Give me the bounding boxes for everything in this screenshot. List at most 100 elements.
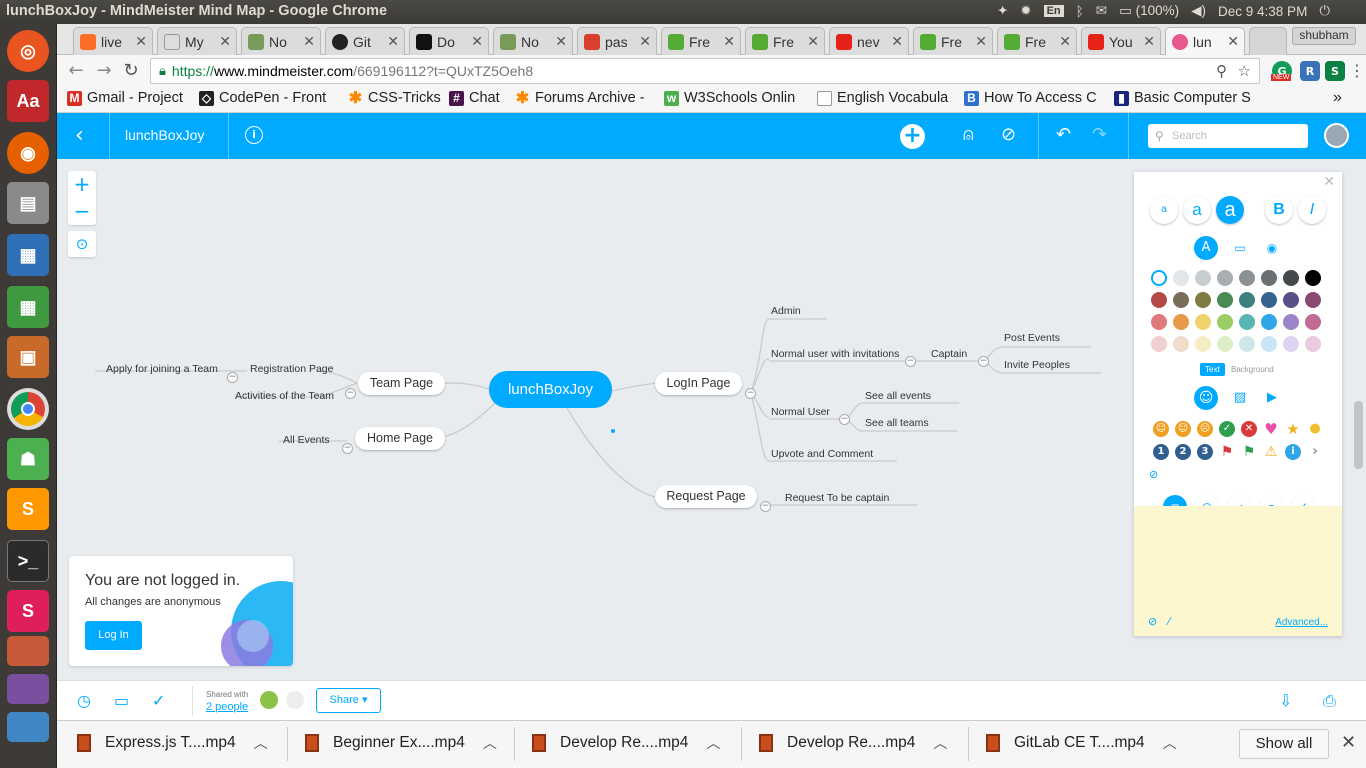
- dictionary-icon[interactable]: Aa: [7, 80, 49, 122]
- heart-emoji-icon[interactable]: ♥: [1263, 421, 1279, 437]
- neutral-emoji-icon[interactable]: ☺: [1175, 421, 1191, 437]
- color-swatch[interactable]: [1195, 292, 1211, 308]
- collapse-icon[interactable]: −: [227, 372, 238, 383]
- italic-button[interactable]: I: [1298, 196, 1326, 224]
- show-all-button[interactable]: Show all: [1239, 729, 1329, 759]
- zoom-icon[interactable]: ⚲: [1216, 62, 1227, 80]
- color-swatch[interactable]: [1239, 270, 1255, 286]
- download-cloud-icon[interactable]: ⇩: [1279, 691, 1292, 710]
- collapse-icon[interactable]: −: [905, 356, 916, 367]
- info-emoji-icon[interactable]: i: [1285, 444, 1301, 460]
- red-flag-icon[interactable]: ⚑: [1219, 444, 1235, 460]
- bookmark-star-icon[interactable]: ☆: [1238, 62, 1251, 80]
- leaf-registration[interactable]: Registration Page: [250, 363, 333, 375]
- tab-12[interactable]: You ✕: [1081, 27, 1161, 55]
- profile-button[interactable]: shubham: [1292, 27, 1356, 45]
- app-icon[interactable]: [7, 636, 49, 666]
- root-node[interactable]: lunchBoxJoy: [489, 371, 612, 408]
- color-swatch[interactable]: [1261, 270, 1277, 286]
- add-topic-button[interactable]: +: [900, 124, 925, 149]
- color-swatch[interactable]: [1305, 314, 1321, 330]
- collaborator-avatar-2[interactable]: [286, 691, 304, 709]
- close-icon[interactable]: ✕: [555, 33, 567, 50]
- leaf-see-events[interactable]: See all events: [865, 390, 931, 402]
- close-icon[interactable]: ✕: [1323, 174, 1335, 190]
- color-swatch[interactable]: [1173, 336, 1189, 352]
- leaf-request-captain[interactable]: Request To be captain: [785, 492, 889, 504]
- tab-7[interactable]: Fre ✕: [661, 27, 741, 55]
- close-icon[interactable]: ✕: [1227, 33, 1239, 50]
- bookmark-item[interactable]: # Chat: [449, 90, 509, 106]
- color-swatch[interactable]: [1283, 314, 1299, 330]
- download-item[interactable]: Express.js T....mp4 ︿: [77, 733, 268, 753]
- leaf-apply[interactable]: Apply for joining a Team: [106, 363, 218, 375]
- color-swatch[interactable]: [1195, 336, 1211, 352]
- extension-icon-2[interactable]: R: [1300, 61, 1320, 81]
- bookmarks-overflow-icon[interactable]: »: [1333, 89, 1342, 107]
- extension-icon-3[interactable]: S: [1325, 61, 1345, 81]
- power-icon[interactable]: ⏻: [1319, 3, 1330, 19]
- close-icon[interactable]: ✕: [303, 33, 315, 50]
- chevron-up-icon[interactable]: ︿: [1163, 733, 1177, 753]
- clear-notes-icon[interactable]: ⊘: [1148, 615, 1157, 628]
- notes-area[interactable]: ⊘ ⁄ Advanced...: [1134, 506, 1342, 636]
- bookmark-item[interactable]: M Gmail - Project: [67, 90, 191, 106]
- app-icon-2[interactable]: [7, 674, 49, 704]
- leaf-normal-invitations[interactable]: Normal user with invitations: [771, 348, 899, 360]
- close-icon[interactable]: ✕: [975, 33, 987, 50]
- color-swatch[interactable]: [1305, 292, 1321, 308]
- info-icon[interactable]: i: [245, 126, 263, 144]
- app-icon-3[interactable]: [7, 712, 49, 742]
- more-emoji-chevron-icon[interactable]: ›: [1307, 444, 1323, 460]
- scrollbar-thumb[interactable]: [1354, 401, 1363, 469]
- firefox-icon[interactable]: ◉: [7, 132, 49, 174]
- color-swatch[interactable]: [1151, 336, 1167, 352]
- leaf-all-events[interactable]: All Events: [283, 434, 330, 446]
- chevron-up-icon[interactable]: ︿: [933, 733, 947, 753]
- color-swatch[interactable]: [1173, 270, 1189, 286]
- download-item[interactable]: GitLab CE T....mp4 ︿: [986, 733, 1177, 753]
- slack-icon[interactable]: S: [7, 590, 49, 632]
- node-request-page[interactable]: Request Page: [655, 485, 757, 508]
- cross-emoji-icon[interactable]: ✕: [1241, 421, 1257, 437]
- undo-icon[interactable]: ↶: [1056, 124, 1071, 145]
- files-icon[interactable]: ▤: [7, 182, 49, 224]
- bookmark-item[interactable]: ▮ Basic Computer S: [1114, 90, 1252, 106]
- tab-6[interactable]: pas ✕: [577, 27, 657, 55]
- font-size-large-button[interactable]: a: [1216, 196, 1244, 224]
- bookmark-item[interactable]: w W3Schools Onlin: [664, 90, 801, 106]
- close-icon[interactable]: ✕: [723, 33, 735, 50]
- collaborator-avatar[interactable]: [260, 691, 278, 709]
- advanced-link[interactable]: Advanced...: [1275, 617, 1328, 628]
- color-swatch[interactable]: [1173, 292, 1189, 308]
- collapse-icon[interactable]: −: [345, 388, 356, 399]
- shape-style-icon[interactable]: ▭: [1228, 236, 1252, 260]
- tab-3[interactable]: Git ✕: [325, 27, 405, 55]
- priority-2-icon[interactable]: 2: [1175, 444, 1191, 460]
- mail-icon[interactable]: ✉: [1096, 3, 1107, 19]
- impress-icon[interactable]: ▣: [7, 336, 49, 378]
- node-login-page[interactable]: LogIn Page: [655, 372, 742, 395]
- collapse-icon[interactable]: −: [978, 356, 989, 367]
- zoom-in-icon[interactable]: +: [68, 171, 96, 198]
- magic-wand-icon[interactable]: ⁄: [1168, 615, 1170, 628]
- collapse-icon[interactable]: −: [745, 388, 756, 399]
- smile-emoji-icon[interactable]: ☺: [1153, 421, 1169, 437]
- color-swatch[interactable]: [1195, 270, 1211, 286]
- search-input[interactable]: ⚲ Search: [1148, 124, 1308, 148]
- new-tab-button[interactable]: [1249, 27, 1287, 55]
- tab-2[interactable]: No ✕: [241, 27, 321, 55]
- close-icon[interactable]: ✕: [807, 33, 819, 50]
- connect-icon[interactable]: ⍝: [963, 124, 974, 145]
- center-map-icon[interactable]: ⊙: [68, 231, 96, 257]
- leaf-normal-user[interactable]: Normal User: [771, 406, 830, 418]
- color-swatch[interactable]: [1151, 270, 1167, 286]
- priority-3-icon[interactable]: 3: [1197, 444, 1213, 460]
- color-swatch[interactable]: [1151, 314, 1167, 330]
- leaf-post-events[interactable]: Post Events: [1004, 332, 1060, 344]
- green-flag-icon[interactable]: ⚑: [1241, 444, 1257, 460]
- color-swatch[interactable]: [1261, 292, 1277, 308]
- image-icon[interactable]: ▨: [1228, 386, 1252, 410]
- chrome-icon[interactable]: [7, 388, 49, 430]
- color-swatch[interactable]: [1217, 336, 1233, 352]
